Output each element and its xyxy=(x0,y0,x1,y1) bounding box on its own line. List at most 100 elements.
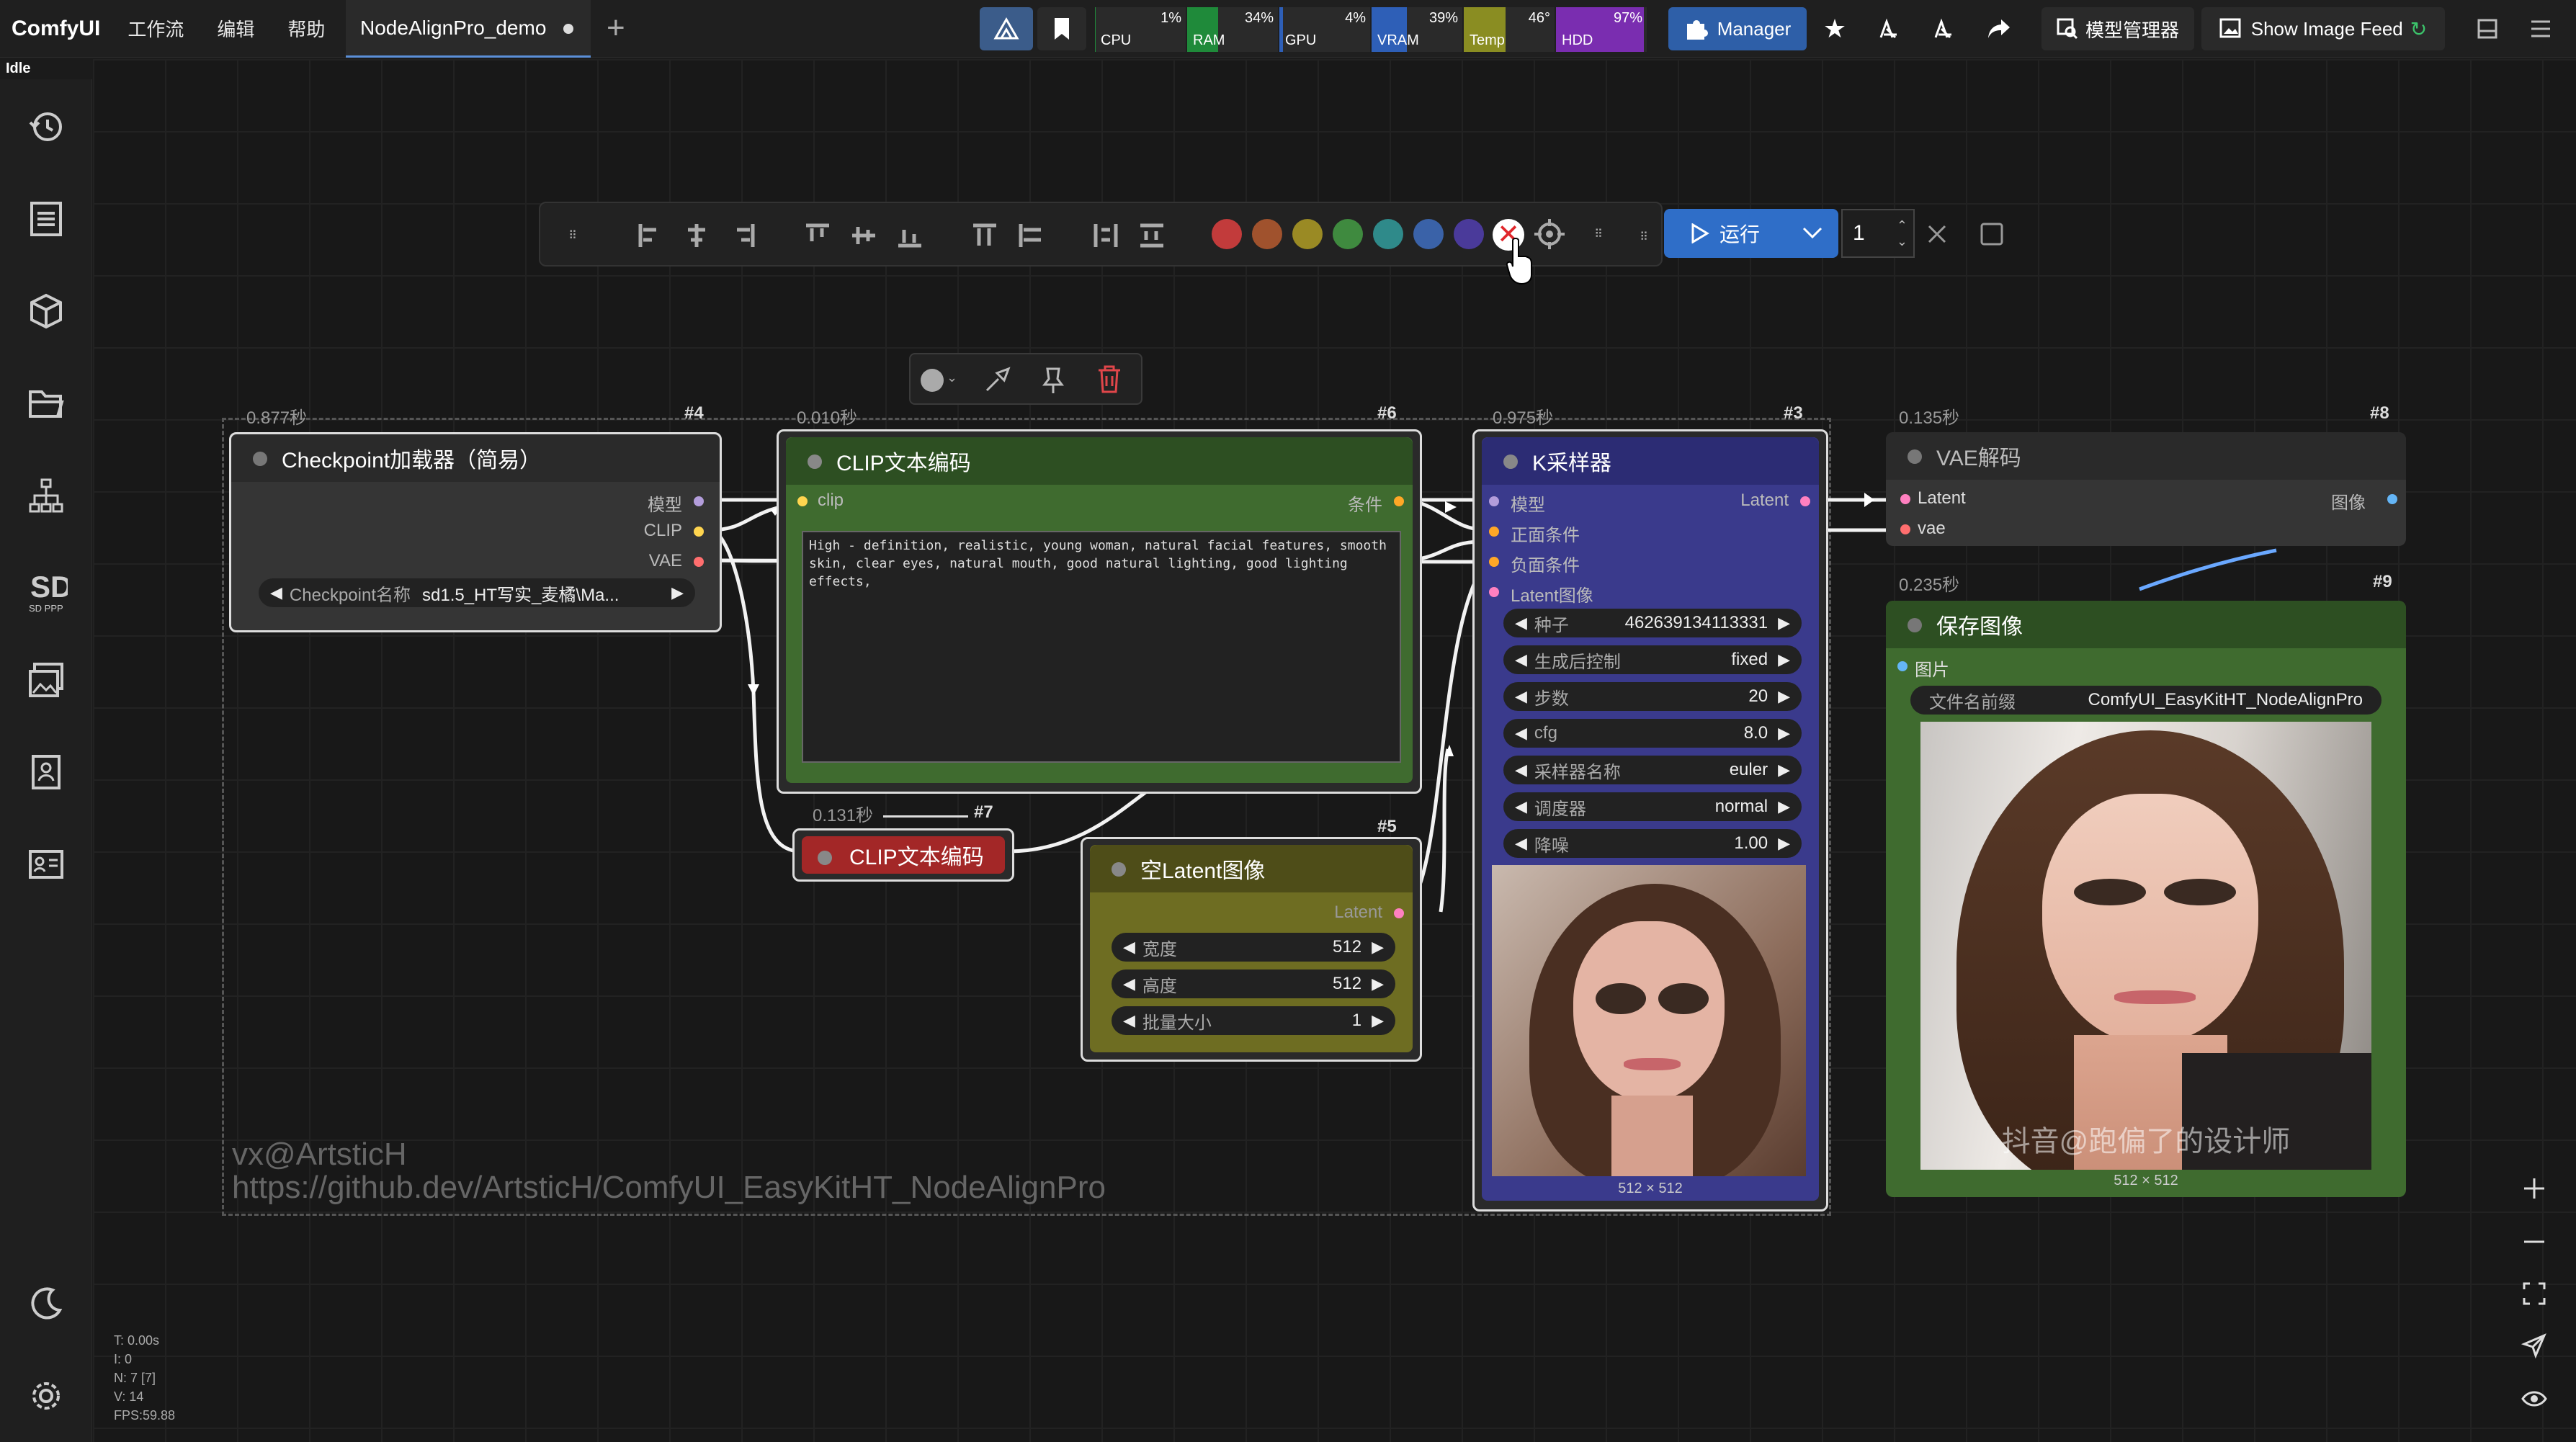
tab-workflow[interactable]: NodeAlignPro_demo xyxy=(346,0,591,58)
output-port-clip[interactable] xyxy=(694,527,704,537)
menu-help[interactable]: 帮助 xyxy=(287,15,325,42)
number-widget[interactable]: ◀ 采样器名称 euler ▶ xyxy=(1503,756,1802,784)
run-button[interactable]: 运行 xyxy=(1664,209,1786,258)
arrow-left-icon[interactable]: ◀ xyxy=(1515,797,1527,816)
collapse-dot-icon[interactable] xyxy=(1908,618,1922,632)
node-title-bar[interactable]: CLIP文本编码 xyxy=(802,836,1005,874)
queue-list-icon[interactable] xyxy=(24,197,68,241)
collapse-dot-icon[interactable] xyxy=(253,452,267,466)
input-port-negative[interactable] xyxy=(1489,557,1499,567)
clip-text-encode-positive-node[interactable]: CLIP文本编码 clip 条件 High - definition, real… xyxy=(777,429,1422,794)
run-mode-dropdown[interactable] xyxy=(1786,209,1838,258)
align-center-h-icon[interactable] xyxy=(680,219,713,252)
input-port-latent[interactable] xyxy=(1489,587,1499,597)
cancel-icon[interactable] xyxy=(1920,218,1954,251)
color-swatch[interactable] xyxy=(1333,219,1363,249)
arrow-left-icon[interactable]: ◀ xyxy=(1515,650,1527,669)
align-middle-icon[interactable] xyxy=(847,219,880,252)
preview-image-pixelated[interactable] xyxy=(1492,865,1806,1176)
node-tree-icon[interactable] xyxy=(24,474,68,517)
clip-text-encode-negative-node[interactable]: CLIP文本编码 xyxy=(792,828,1014,882)
gallery-icon[interactable] xyxy=(24,658,68,702)
output-port-conditioning[interactable] xyxy=(1394,496,1404,506)
bypass-icon[interactable] xyxy=(983,366,1011,398)
filename-prefix-field[interactable]: 文件名前缀 ComfyUI_EasyKitHT_NodeAlignPro xyxy=(1910,686,2382,715)
output-port-image[interactable] xyxy=(2387,494,2397,504)
input-port-clip[interactable] xyxy=(797,496,808,506)
fit-view-icon[interactable] xyxy=(2505,1272,2563,1315)
stretch-v-icon[interactable] xyxy=(968,219,1001,252)
share-button[interactable] xyxy=(1978,7,2020,50)
prompt-textarea[interactable]: High - definition, realistic, young woma… xyxy=(802,531,1401,763)
vae-decode-node[interactable]: VAE解码 Latent vae 图像 xyxy=(1886,432,2406,546)
empty-latent-image-node[interactable]: 空Latent图像 Latent ◀ 宽度 512 ▶ ◀ 高度 512 ▶ ◀ 批量大小 1 ▶ xyxy=(1081,837,1422,1062)
distribute-h-icon[interactable] xyxy=(1089,219,1122,252)
arrow-right-icon[interactable]: ▶ xyxy=(1372,938,1384,957)
drag-handle-icon[interactable]: ⠿ xyxy=(556,219,589,252)
arrow-right-icon[interactable]: ▶ xyxy=(1778,614,1790,632)
number-widget[interactable]: ◀ 批量大小 1 ▶ xyxy=(1112,1006,1395,1035)
number-widget[interactable]: ◀ 高度 512 ▶ xyxy=(1112,969,1395,998)
zoom-out-icon[interactable] xyxy=(2505,1220,2563,1263)
arrow-right-icon[interactable]: ▶ xyxy=(1372,975,1384,993)
checkpoint-loader-node[interactable]: Checkpoint加载器（简易） 模型 CLIP VAE ◀ Checkpoi… xyxy=(229,432,722,632)
cube-icon[interactable] xyxy=(24,290,68,333)
arrow-right-icon[interactable]: ▶ xyxy=(1778,724,1790,743)
menu-edit[interactable]: 编辑 xyxy=(217,15,254,42)
distribute-v-icon[interactable] xyxy=(1135,219,1168,252)
checkpoint-name-combo[interactable]: ◀ Checkpoint名称 sd1.5_HT写实_麦橘\Ma... ▶ xyxy=(259,578,695,607)
arrow-right-icon[interactable]: ▶ xyxy=(671,583,684,602)
star-button[interactable]: ★ xyxy=(1814,7,1856,50)
delete-trash-icon[interactable] xyxy=(1096,364,1122,398)
output-port-latent[interactable] xyxy=(1394,908,1404,918)
node-title-bar[interactable]: Checkpoint加载器（简易） xyxy=(231,434,720,482)
collapse-dot-icon[interactable] xyxy=(808,454,822,469)
arrow-left-icon[interactable]: ◀ xyxy=(1123,1011,1135,1030)
arrow-right-icon[interactable]: ▶ xyxy=(1778,761,1790,779)
save-image-node[interactable]: 保存图像 图片 文件名前缀 ComfyUI_EasyKitHT_NodeAlig… xyxy=(1886,601,2406,1197)
align-left-icon[interactable] xyxy=(634,219,667,252)
input-port-latent[interactable] xyxy=(1900,494,1910,504)
node-title-bar[interactable]: 空Latent图像 xyxy=(1090,845,1413,892)
number-widget[interactable]: ◀ 降噪 1.00 ▶ xyxy=(1503,829,1802,858)
arrow-left-icon[interactable]: ◀ xyxy=(1515,834,1527,853)
arrow-left-icon[interactable]: ◀ xyxy=(1515,761,1527,779)
sd-ppp-icon[interactable]: SD SD PPP xyxy=(24,562,68,619)
color-swatch[interactable] xyxy=(1373,219,1403,249)
queue-count-input[interactable]: 1 ⌃ ⌄ xyxy=(1841,209,1915,258)
node-title-bar[interactable]: 保存图像 xyxy=(1886,601,2406,648)
color-swatch[interactable] xyxy=(1413,219,1444,249)
arrow-left-icon[interactable]: ◀ xyxy=(1123,938,1135,957)
number-widget[interactable]: ◀ 生成后控制 fixed ▶ xyxy=(1503,645,1802,674)
input-port-images[interactable] xyxy=(1897,661,1908,671)
menu-workflow[interactable]: 工作流 xyxy=(128,15,184,42)
collapse-dot-icon[interactable] xyxy=(1908,449,1922,464)
panel-toggle-button[interactable] xyxy=(2467,7,2508,50)
arrow-right-icon[interactable]: ▶ xyxy=(1778,650,1790,669)
model-manager-button[interactable]: 模型管理器 xyxy=(2041,7,2194,50)
arrow-left-icon[interactable]: ◀ xyxy=(1515,687,1527,706)
app-logo-button[interactable] xyxy=(980,7,1033,50)
locate-crosshair-icon[interactable] xyxy=(1533,218,1566,251)
settings-gear-icon[interactable] xyxy=(24,1374,68,1418)
drag-handle-3-icon[interactable]: ⠿ xyxy=(1635,220,1653,254)
node-title-bar[interactable]: K采样器 xyxy=(1482,437,1819,485)
arrow-left-icon[interactable]: ◀ xyxy=(1123,975,1135,993)
stretch-h-icon[interactable] xyxy=(1014,219,1047,252)
color-swatch[interactable] xyxy=(1454,219,1484,249)
dropdown-caret-icon[interactable]: ⌄ xyxy=(947,370,957,385)
arrow-right-icon[interactable]: ▶ xyxy=(1372,1011,1384,1030)
moon-icon[interactable] xyxy=(24,1282,68,1325)
collapse-dot-icon[interactable] xyxy=(818,851,832,865)
color-swatch[interactable] xyxy=(1212,219,1242,249)
arrow-left-icon[interactable]: ◀ xyxy=(270,583,282,602)
eye-icon[interactable] xyxy=(2505,1377,2563,1420)
stepper-icon[interactable]: ⌃ ⌄ xyxy=(1897,218,1908,249)
history-icon[interactable] xyxy=(24,105,68,148)
collapse-dot-icon[interactable] xyxy=(1503,454,1518,469)
node-title-bar[interactable]: VAE解码 xyxy=(1886,432,2406,480)
input-port-vae[interactable] xyxy=(1900,524,1910,534)
arrow-left-icon[interactable]: ◀ xyxy=(1515,614,1527,632)
share-alt-button[interactable] xyxy=(1869,7,1910,50)
color-picker-icon[interactable] xyxy=(921,369,944,392)
